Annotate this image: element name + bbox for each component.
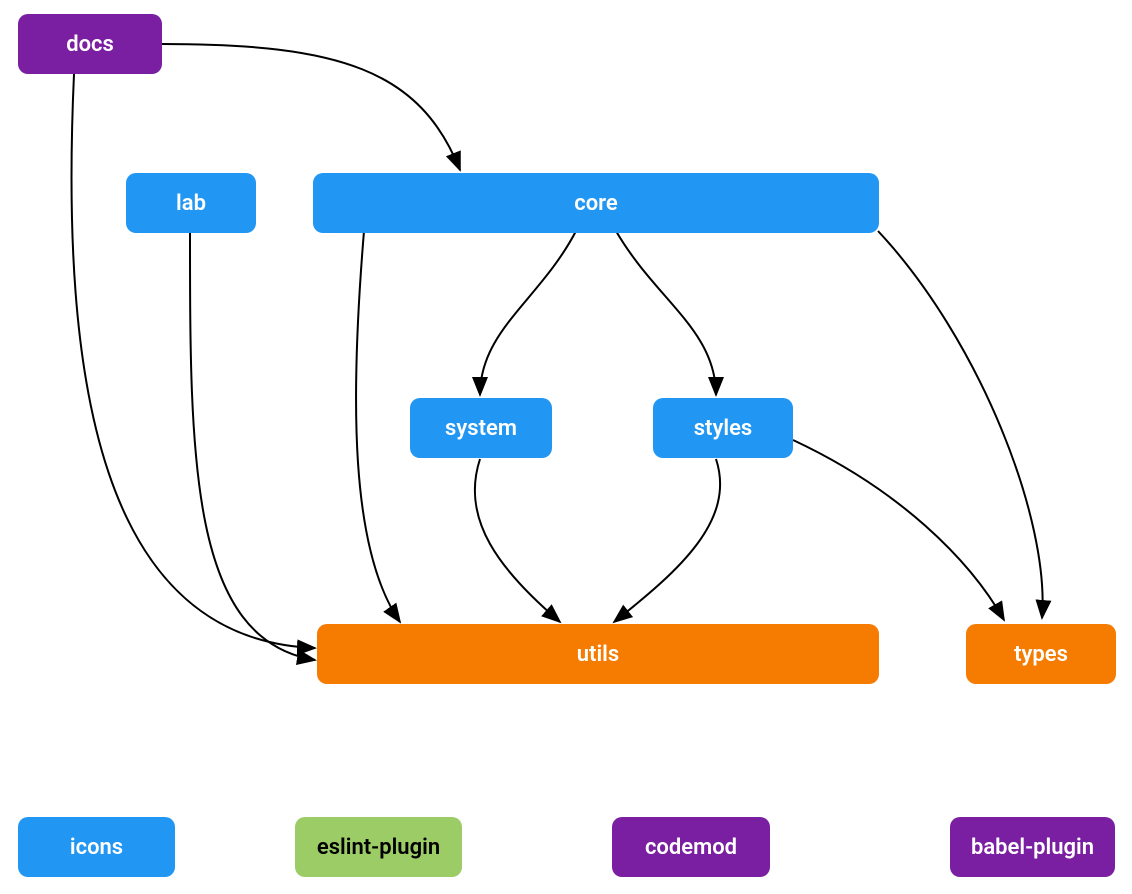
node-utils: utils	[317, 624, 879, 684]
node-label: docs	[66, 32, 114, 57]
dependency-diagram: docs lab core system styles utils types …	[0, 0, 1132, 894]
node-types: types	[966, 624, 1116, 684]
node-label: eslint-plugin	[317, 835, 440, 860]
node-styles: styles	[653, 398, 793, 458]
node-label: utils	[577, 642, 619, 667]
node-babel-plugin: babel-plugin	[950, 817, 1115, 877]
node-docs: docs	[18, 14, 162, 74]
node-eslint-plugin: eslint-plugin	[295, 817, 462, 877]
node-label: system	[445, 416, 517, 441]
node-label: core	[574, 191, 617, 216]
node-lab: lab	[126, 173, 256, 233]
node-codemod: codemod	[612, 817, 770, 877]
node-label: babel-plugin	[971, 835, 1094, 860]
node-label: codemod	[645, 835, 737, 860]
node-label: lab	[176, 191, 206, 216]
node-icons: icons	[18, 817, 175, 877]
node-system: system	[410, 398, 552, 458]
arrows-layer	[0, 0, 1132, 894]
node-label: types	[1014, 642, 1068, 667]
node-core: core	[313, 173, 879, 233]
node-label: styles	[694, 416, 753, 441]
node-label: icons	[70, 835, 123, 860]
